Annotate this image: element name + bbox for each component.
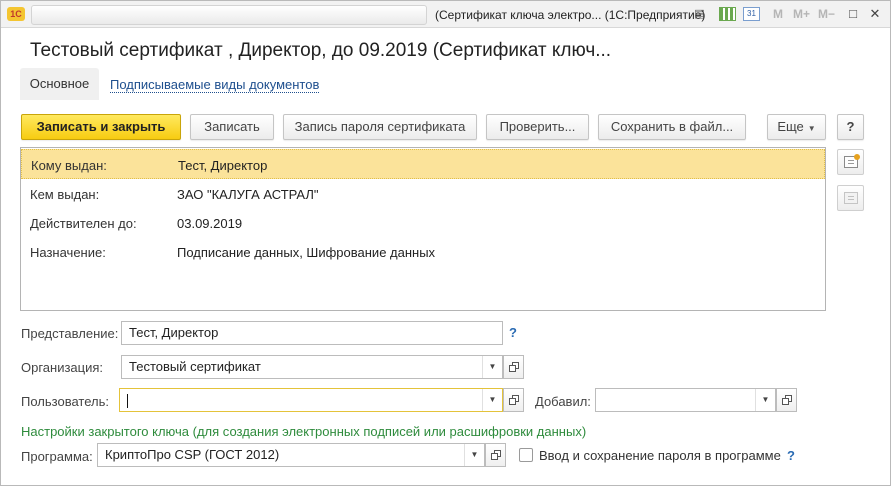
memory-m-button[interactable]: M — [773, 7, 783, 21]
window-tab-strip[interactable] — [31, 5, 427, 25]
added-by-select[interactable]: ▼ — [595, 388, 776, 412]
program-value: КриптоПро CSP (ГОСТ 2012) — [105, 447, 280, 462]
chevron-down-icon[interactable]: ▼ — [755, 389, 775, 411]
spreadsheet-icon[interactable] — [719, 7, 736, 21]
document-icon[interactable]: ▤ — [691, 6, 708, 22]
open-user-button[interactable] — [503, 388, 524, 412]
title-bar: 1С (Сертификат ключа электро... (1С:Пред… — [1, 1, 890, 28]
open-certificate-button[interactable] — [837, 149, 864, 175]
program-label: Программа: — [21, 449, 93, 464]
save-to-file-button[interactable]: Сохранить в файл... — [598, 114, 746, 140]
chevron-down-icon[interactable]: ▼ — [482, 356, 502, 378]
certificate-info-panel[interactable]: Кому выдан: Тест, Директор Кем выдан: ЗА… — [20, 147, 826, 311]
info-value: 03.09.2019 — [177, 216, 243, 231]
memory-plus-button[interactable]: M+ — [793, 7, 810, 21]
presentation-help-icon[interactable]: ? — [509, 325, 517, 340]
info-row-purpose[interactable]: Назначение: Подписание данных, Шифровани… — [21, 237, 825, 267]
open-organization-button[interactable] — [503, 355, 524, 379]
info-value: ЗАО "КАЛУГА АСТРАЛ" — [177, 187, 319, 202]
certificate-window: 1С (Сертификат ключа электро... (1С:Пред… — [0, 0, 891, 486]
more-menu-button[interactable]: Еще ▼ — [767, 114, 826, 140]
page-title: Тестовый сертификат , Директор, до 09.20… — [30, 40, 612, 61]
info-value: Подписание данных, Шифрование данных — [177, 245, 436, 260]
check-button[interactable]: Проверить... — [486, 114, 589, 140]
calendar-icon[interactable]: 31 — [743, 7, 760, 21]
presentation-label: Представление: — [21, 326, 119, 341]
tab-signed-document-types[interactable]: Подписываемые виды документов — [110, 77, 320, 93]
minimize-button[interactable] — [824, 5, 842, 23]
presentation-input[interactable]: Тест, Директор — [121, 321, 503, 345]
maximize-button[interactable]: □ — [844, 5, 862, 23]
app-logo-icon[interactable]: 1С — [7, 7, 25, 21]
window-title: (Сертификат ключа электро... (1С:Предпри… — [435, 8, 706, 22]
added-by-label: Добавил: — [535, 394, 591, 409]
chevron-down-icon: ▼ — [807, 124, 816, 133]
organization-select[interactable]: Тестовый сертификат ▼ — [121, 355, 503, 379]
info-row-valid-until[interactable]: Действителен до: 03.09.2019 — [21, 208, 825, 238]
chevron-down-icon[interactable]: ▼ — [464, 444, 484, 466]
info-row-issued-by[interactable]: Кем выдан: ЗАО "КАЛУГА АСТРАЛ" — [21, 179, 825, 209]
close-window-button[interactable]: ✕ — [866, 5, 884, 23]
private-key-section-title: Настройки закрытого ключа (для создания … — [21, 424, 587, 439]
save-certificate-password-button[interactable]: Запись пароля сертификата — [283, 114, 477, 140]
certificate-icon — [844, 154, 860, 168]
save-password-checkbox[interactable] — [519, 448, 533, 462]
document-list-icon — [844, 192, 858, 204]
organization-label: Организация: — [21, 360, 104, 375]
tab-main[interactable]: Основное — [20, 68, 99, 100]
chevron-down-icon[interactable]: ▼ — [482, 389, 502, 411]
open-added-by-button[interactable] — [776, 388, 797, 412]
save-password-help-icon[interactable]: ? — [787, 448, 795, 463]
text-cursor — [127, 393, 128, 408]
organization-value: Тестовый сертификат — [129, 359, 261, 374]
certificate-details-button[interactable] — [837, 185, 864, 211]
save-button[interactable]: Записать — [190, 114, 274, 140]
user-select[interactable]: ▼ — [119, 388, 503, 412]
save-password-checkbox-label[interactable]: Ввод и сохранение пароля в программе — [539, 448, 781, 463]
program-select[interactable]: КриптоПро CSP (ГОСТ 2012) ▼ — [97, 443, 485, 467]
info-label: Назначение: — [30, 245, 106, 260]
save-and-close-button[interactable]: Записать и закрыть — [21, 114, 181, 140]
info-label: Действителен до: — [30, 216, 137, 231]
user-label: Пользователь: — [21, 394, 109, 409]
more-label: Еще — [777, 119, 804, 134]
open-program-button[interactable] — [485, 443, 506, 467]
info-row-issued-to[interactable]: Кому выдан: Тест, Директор — [21, 149, 825, 179]
info-label: Кому выдан: — [31, 158, 107, 173]
info-label: Кем выдан: — [30, 187, 100, 202]
help-button[interactable]: ? — [837, 114, 864, 140]
info-value: Тест, Директор — [178, 158, 268, 173]
